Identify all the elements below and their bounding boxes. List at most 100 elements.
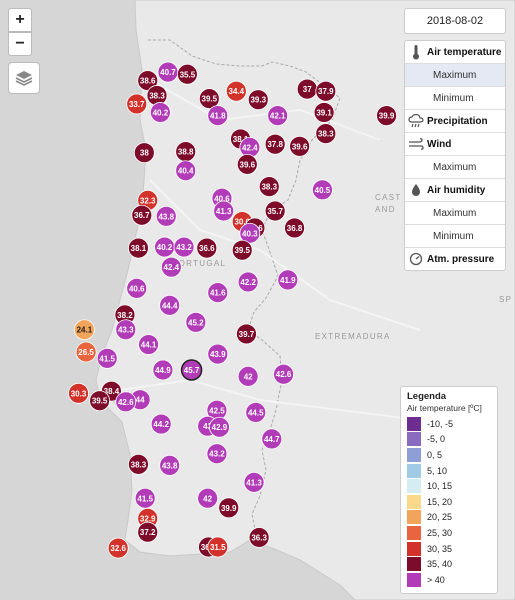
station-value: 35.7 bbox=[267, 207, 283, 216]
menu-precipitation[interactable]: Precipitation bbox=[405, 110, 505, 133]
station-value: 41.5 bbox=[137, 494, 153, 503]
menu-humidity-minimum[interactable]: Minimum bbox=[405, 225, 505, 248]
zoom-in-button[interactable]: + bbox=[8, 8, 32, 32]
legend-swatch bbox=[407, 447, 421, 462]
date-display[interactable]: 2018-08-02 bbox=[404, 8, 506, 34]
region-label-castilla: AND bbox=[375, 205, 396, 214]
station-value: 36.8 bbox=[287, 224, 303, 233]
legend-item: -5, 0 bbox=[407, 432, 497, 448]
station-value: 40.4 bbox=[178, 167, 194, 176]
station-value: 39.9 bbox=[379, 112, 395, 121]
legend-label: 30, 35 bbox=[427, 543, 453, 554]
humidity-drop-icon bbox=[412, 184, 420, 196]
station-value: 37.2 bbox=[140, 528, 156, 537]
station-value: 41.6 bbox=[210, 289, 226, 298]
station-value: 30.3 bbox=[71, 389, 87, 398]
thermometer-icon bbox=[413, 45, 419, 60]
menu-label: Minimum bbox=[433, 230, 474, 242]
menu-label: Air humidity bbox=[427, 184, 486, 196]
station-value: 36.3 bbox=[251, 533, 267, 542]
menu-wind[interactable]: Wind bbox=[405, 133, 505, 156]
region-label-spain: SP bbox=[499, 295, 512, 304]
legend-swatch bbox=[407, 541, 421, 556]
station-value: 42.4 bbox=[164, 263, 180, 272]
station-value: 45.7 bbox=[184, 366, 200, 375]
menu-air-temperature[interactable]: Air temperature bbox=[405, 41, 505, 64]
menu-label: Air temperature bbox=[427, 46, 502, 58]
station-value: 42.2 bbox=[240, 278, 256, 287]
station-value: 41.8 bbox=[210, 112, 226, 121]
layers-icon bbox=[15, 71, 33, 86]
legend-item: 10, 15 bbox=[407, 478, 497, 494]
legend-swatch bbox=[407, 463, 421, 478]
legend-swatch bbox=[407, 479, 421, 494]
legend-swatch bbox=[407, 432, 421, 447]
legend-label: > 40 bbox=[427, 574, 445, 585]
station-value: 36.7 bbox=[134, 211, 150, 220]
menu-humidity-maximum[interactable]: Maximum bbox=[405, 202, 505, 225]
menu-label: Maximum bbox=[433, 207, 477, 219]
menu-wind-maximum[interactable]: Maximum bbox=[405, 156, 505, 179]
station-value: 44.4 bbox=[162, 301, 178, 310]
station-value: 32.6 bbox=[110, 544, 126, 553]
zoom-out-button[interactable]: − bbox=[8, 32, 32, 56]
station-value: 40.6 bbox=[129, 284, 145, 293]
legend-item: 30, 35 bbox=[407, 541, 497, 557]
station-value: 40.2 bbox=[153, 108, 169, 117]
station-value: 38.2 bbox=[117, 311, 133, 320]
station-value: 44.5 bbox=[248, 408, 264, 417]
station-value: 41.9 bbox=[280, 276, 296, 285]
station-value: 34.4 bbox=[229, 87, 245, 96]
station-value: 43.8 bbox=[158, 212, 174, 221]
pressure-gauge-icon bbox=[409, 252, 423, 266]
station-value: 37.8 bbox=[267, 140, 283, 149]
station-value: 42.4 bbox=[242, 143, 258, 152]
station-value: 43.9 bbox=[210, 350, 226, 359]
legend-item: 15, 20 bbox=[407, 494, 497, 510]
menu-label: Maximum bbox=[433, 69, 477, 81]
menu-temp-maximum[interactable]: Maximum bbox=[405, 64, 505, 87]
station-value: 42.6 bbox=[118, 398, 134, 407]
station-value: 40.2 bbox=[157, 243, 173, 252]
station-value: 43.3 bbox=[118, 326, 134, 335]
station-value: 38.1 bbox=[131, 244, 147, 253]
station-value: 44 bbox=[136, 396, 145, 405]
menu-label: Precipitation bbox=[427, 115, 488, 127]
wind-icon bbox=[409, 138, 424, 150]
legend-label: -5, 0 bbox=[427, 434, 446, 445]
menu-label: Maximum bbox=[433, 161, 477, 173]
station-value: 43.8 bbox=[162, 461, 178, 470]
station-value: 39.5 bbox=[202, 95, 218, 104]
legend-swatch bbox=[407, 525, 421, 540]
legend-label: 20, 25 bbox=[427, 512, 453, 523]
station-value: 39.6 bbox=[240, 160, 256, 169]
station-value: 42 bbox=[203, 494, 212, 503]
station-value: 32.3 bbox=[140, 196, 156, 205]
legend-swatch bbox=[407, 557, 421, 572]
variable-panel: Air temperature Maximum Minimum Precipit… bbox=[404, 40, 506, 271]
region-label-extremadura: EXTREMADURA bbox=[315, 332, 391, 341]
station-value: 38 bbox=[140, 149, 149, 158]
region-label-castilla: CAST bbox=[375, 193, 402, 202]
legend-label: 35, 40 bbox=[427, 559, 453, 570]
station-value: 38.3 bbox=[131, 460, 147, 469]
station-value: 41.3 bbox=[216, 207, 232, 216]
legend-label: 15, 20 bbox=[427, 496, 453, 507]
layers-button[interactable] bbox=[8, 62, 40, 94]
station-value: 39.6 bbox=[292, 142, 308, 151]
station-value: 40.7 bbox=[160, 68, 176, 77]
station-value: 42.1 bbox=[270, 112, 286, 121]
menu-atm-pressure[interactable]: Atm. pressure bbox=[405, 248, 505, 270]
station-value: 38.6 bbox=[140, 77, 156, 86]
station-value: 26.5 bbox=[78, 348, 94, 357]
legend-label: 25, 30 bbox=[427, 527, 453, 538]
station-value: 39.3 bbox=[250, 96, 266, 105]
legend-label: -10, -5 bbox=[427, 418, 454, 429]
legend-title: Legenda bbox=[407, 391, 447, 402]
station-value: 45.2 bbox=[188, 318, 204, 327]
legend-swatch bbox=[407, 416, 421, 431]
station-value: 43.2 bbox=[176, 243, 192, 252]
menu-temp-minimum[interactable]: Minimum bbox=[405, 87, 505, 110]
station-value: 36.6 bbox=[199, 244, 215, 253]
menu-air-humidity[interactable]: Air humidity bbox=[405, 179, 505, 202]
